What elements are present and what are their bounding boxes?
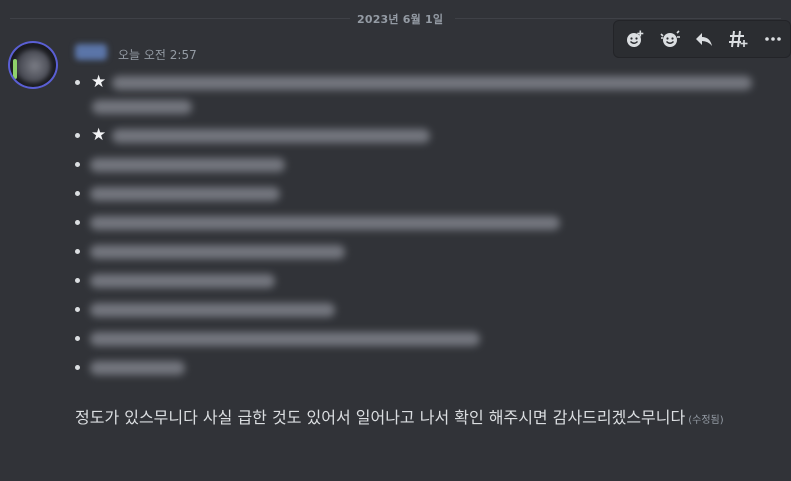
list-item — [70, 269, 770, 293]
avatar-decoration — [13, 59, 17, 79]
list-item — [70, 298, 770, 322]
bullet-dot — [75, 191, 80, 196]
message-action-toolbar — [613, 20, 791, 58]
bullet-dot — [75, 133, 80, 138]
add-reaction-icon — [627, 30, 644, 47]
star-glyph: ★ — [91, 72, 107, 92]
message-timestamp[interactable]: 오늘 오전 2:57 — [118, 46, 197, 63]
redacted-text — [90, 332, 480, 346]
avatar-image — [15, 49, 51, 83]
message-body: 정도가 있스무니다 사실 급한 것도 있어서 일어나고 나서 확인 해주시면 감… — [75, 406, 775, 433]
list-item — [70, 327, 770, 351]
redacted-text — [90, 245, 345, 259]
divider-line-right — [455, 18, 781, 19]
list-item — [70, 182, 770, 206]
bullet-dot — [75, 162, 80, 167]
avatar[interactable] — [8, 41, 58, 89]
redacted-text — [90, 216, 560, 230]
chat-message-view: 2023년 6월 1일 오늘 오전 2:57 ★ ★ 정도가 있스무니다 사실 … — [0, 0, 791, 481]
redacted-text — [90, 361, 185, 375]
bullet-dot — [75, 336, 80, 341]
bullet-dot — [75, 365, 80, 370]
star-glyph: ★ — [91, 125, 107, 145]
bullet-dot — [75, 307, 80, 312]
redacted-text — [90, 303, 335, 317]
reply-icon — [696, 33, 713, 46]
date-divider-label: 2023년 6월 1일 — [357, 13, 444, 26]
bullet-dot — [75, 220, 80, 225]
list-item — [70, 240, 770, 264]
edited-label: (수정됨) — [688, 415, 724, 426]
create-thread-button[interactable] — [721, 24, 755, 54]
more-options-button[interactable] — [756, 24, 790, 54]
bullet-dot — [75, 80, 80, 85]
list-item — [70, 153, 770, 177]
redacted-text — [92, 100, 192, 114]
redacted-text — [112, 129, 430, 143]
bullet-dot — [75, 278, 80, 283]
redacted-text — [90, 274, 275, 288]
redacted-text — [90, 158, 285, 172]
create-thread-icon — [729, 30, 748, 48]
super-reaction-button[interactable] — [652, 24, 686, 54]
list-item: ★ — [70, 71, 770, 114]
bullet-dot — [75, 249, 80, 254]
username-redacted[interactable] — [75, 44, 107, 60]
more-options-icon — [765, 37, 781, 41]
add-reaction-button[interactable] — [618, 24, 652, 54]
list-item — [70, 356, 770, 380]
divider-line-left — [10, 18, 350, 19]
redacted-text — [112, 76, 752, 90]
list-item: ★ — [70, 124, 770, 148]
reply-button[interactable] — [687, 24, 721, 54]
redacted-text — [90, 187, 280, 201]
list-item — [70, 211, 770, 235]
super-reaction-icon — [660, 30, 680, 47]
message-body-text: 정도가 있스무니다 사실 급한 것도 있어서 일어나고 나서 확인 해주시면 감… — [75, 408, 686, 427]
